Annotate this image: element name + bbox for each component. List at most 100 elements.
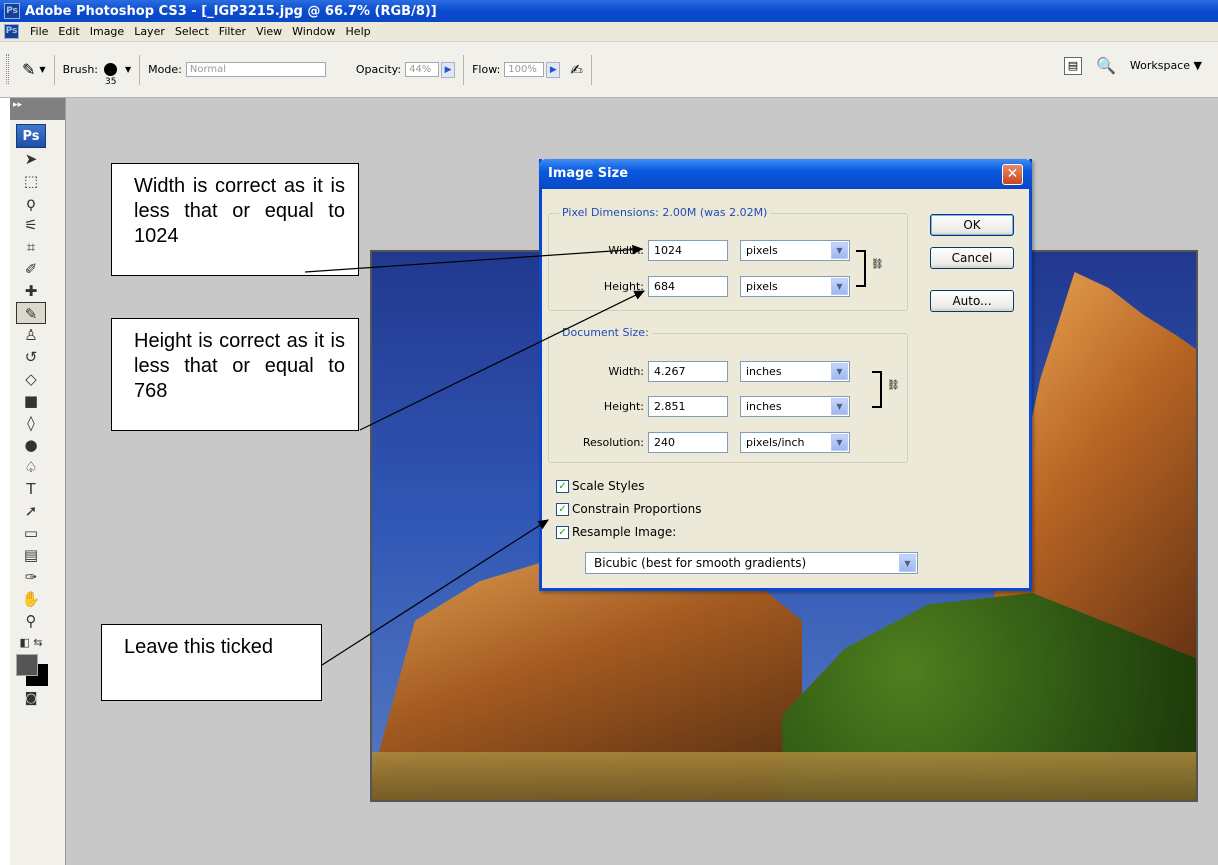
tools-panel-header[interactable]: ▸▸ xyxy=(10,98,65,120)
brush-icon[interactable]: ✎ xyxy=(16,302,46,324)
document-size-label: Document Size: xyxy=(559,326,652,339)
type-icon[interactable]: T xyxy=(16,478,46,500)
quick-mask-icon[interactable]: ◙ xyxy=(16,688,46,710)
lasso-icon[interactable]: ϙ xyxy=(16,192,46,214)
cancel-button[interactable]: Cancel xyxy=(930,247,1014,269)
move-icon[interactable]: ➤ xyxy=(16,148,46,170)
pixel-height-label: Height: xyxy=(603,280,644,293)
tools-panel: ▸▸ Ps ➤ ⬚ ϙ ⚟ ⌗ ✐ ✚ ✎ ♙ ↺ ◇ ■ ◊ ● ♤ T ➚ … xyxy=(10,98,66,865)
pixel-width-row: Width: 1024 pixels ▼ xyxy=(576,240,850,261)
menu-filter[interactable]: Filter xyxy=(214,25,251,38)
zoom-icon[interactable]: ⚲ xyxy=(16,610,46,632)
menu-select[interactable]: Select xyxy=(170,25,214,38)
pixel-height-unit-select[interactable]: pixels ▼ xyxy=(740,276,850,297)
doc-width-unit: inches xyxy=(746,365,782,378)
scale-styles-checkbox[interactable]: ✓ Scale Styles xyxy=(556,479,645,493)
constrain-proportions-checkbox[interactable]: ✓ Constrain Proportions xyxy=(556,502,702,516)
mode-value: Normal xyxy=(189,64,227,75)
pixel-width-input[interactable]: 1024 xyxy=(648,240,728,261)
menu-view[interactable]: View xyxy=(251,25,287,38)
tool-preset-dropdown-icon[interactable]: ▼ xyxy=(39,65,45,74)
doc-height-label: Height: xyxy=(603,400,644,413)
magic-wand-icon[interactable]: ⚟ xyxy=(16,214,46,236)
bridge-icon[interactable]: 🔍 xyxy=(1096,56,1116,75)
pixel-width-unit-select[interactable]: pixels ▼ xyxy=(740,240,850,261)
width-callout: Width is correct as it is less that or e… xyxy=(111,163,359,276)
pixel-height-unit: pixels xyxy=(746,280,778,293)
menu-bar: Ps File Edit Image Layer Select Filter V… xyxy=(0,22,1218,42)
opacity-input[interactable]: 44% xyxy=(405,62,440,77)
chevron-down-icon: ▼ xyxy=(831,242,848,259)
pixel-width-label: Width: xyxy=(608,244,644,257)
menu-edit[interactable]: Edit xyxy=(53,25,84,38)
history-brush-icon[interactable]: ↺ xyxy=(16,346,46,368)
blur-icon[interactable]: ◊ xyxy=(16,412,46,434)
eraser-icon[interactable]: ◇ xyxy=(16,368,46,390)
brush-preview-icon[interactable]: 35 xyxy=(104,63,118,87)
doc-width-label: Width: xyxy=(608,365,644,378)
dialog-title-bar[interactable]: Image Size xyxy=(539,159,1032,189)
tick-callout: Leave this ticked xyxy=(101,624,322,701)
clone-stamp-icon[interactable]: ♙ xyxy=(16,324,46,346)
hand-icon[interactable]: ✋ xyxy=(16,588,46,610)
menu-file[interactable]: File xyxy=(25,25,53,38)
mode-select[interactable]: Normal xyxy=(185,62,326,77)
flow-slider-button[interactable]: ▶ xyxy=(546,61,561,78)
foreground-color-swatch[interactable] xyxy=(16,654,38,676)
doc-height-input[interactable]: 2.851 xyxy=(648,396,728,417)
separator xyxy=(53,54,55,85)
mode-label: Mode: xyxy=(148,63,182,76)
airbrush-icon[interactable]: ✍ xyxy=(570,61,583,79)
resample-method-select[interactable]: Bicubic (best for smooth gradients) ▼ xyxy=(585,552,918,574)
dodge-icon[interactable]: ● xyxy=(16,434,46,456)
color-swatches[interactable] xyxy=(16,654,65,688)
flow-label: Flow: xyxy=(472,63,501,76)
chevron-down-icon: ▼ xyxy=(831,278,848,295)
auto-button[interactable]: Auto... xyxy=(930,290,1014,312)
path-select-icon[interactable]: ➚ xyxy=(16,500,46,522)
shape-icon[interactable]: ▭ xyxy=(16,522,46,544)
marquee-icon[interactable]: ⬚ xyxy=(16,170,46,192)
document-icon[interactable]: Ps xyxy=(4,24,19,39)
resample-image-checkbox[interactable]: ✓ Resample Image: xyxy=(556,525,676,539)
options-grip[interactable] xyxy=(6,54,9,84)
checkmark-icon: ✓ xyxy=(556,479,569,493)
resolution-input[interactable]: 240 xyxy=(648,432,728,453)
grass-image xyxy=(372,752,1196,800)
doc-link-bracket xyxy=(872,371,882,408)
menu-layer[interactable]: Layer xyxy=(129,25,170,38)
tool-preset-icon[interactable]: ✎ xyxy=(22,60,35,79)
workspace-menu[interactable]: Workspace ▼ xyxy=(1130,59,1202,72)
chevron-down-icon: ▼ xyxy=(1193,59,1202,72)
workspace-label: Workspace xyxy=(1129,59,1191,72)
menu-help[interactable]: Help xyxy=(341,25,376,38)
checkmark-icon: ✓ xyxy=(556,502,569,516)
doc-width-input[interactable]: 4.267 xyxy=(648,361,728,382)
window-title: Adobe Photoshop CS3 - [_IGP3215.jpg @ 66… xyxy=(25,3,437,19)
notes-icon[interactable]: ▤ xyxy=(16,544,46,566)
doc-height-unit-select[interactable]: inches ▼ xyxy=(740,396,850,417)
pixel-height-input[interactable]: 684 xyxy=(648,276,728,297)
healing-icon[interactable]: ✚ xyxy=(16,280,46,302)
opacity-slider-button[interactable]: ▶ xyxy=(441,61,456,78)
brush-dropdown-icon[interactable]: ▼ xyxy=(125,65,131,74)
flow-input[interactable]: 100% xyxy=(504,62,545,77)
resolution-label: Resolution: xyxy=(582,436,644,449)
menu-window[interactable]: Window xyxy=(287,25,340,38)
resolution-unit-select[interactable]: pixels/inch ▼ xyxy=(740,432,850,453)
chain-link-icon: ⛓ xyxy=(887,380,900,391)
separator xyxy=(139,54,141,85)
ok-button[interactable]: OK xyxy=(930,214,1014,236)
palette-well-icon[interactable]: ▤ xyxy=(1063,56,1082,75)
doc-width-unit-select[interactable]: inches ▼ xyxy=(740,361,850,382)
eyedropper-icon[interactable]: ✑ xyxy=(16,566,46,588)
slice-icon[interactable]: ✐ xyxy=(16,258,46,280)
close-icon[interactable]: ✕ xyxy=(1002,164,1023,185)
pen-icon[interactable]: ♤ xyxy=(16,456,46,478)
options-bar: ✎ ▼ Brush: 35 ▼ Mode: Normal Opacity: 44… xyxy=(0,42,1218,98)
crop-icon[interactable]: ⌗ xyxy=(16,236,46,258)
menu-image[interactable]: Image xyxy=(85,25,129,38)
gradient-icon[interactable]: ■ xyxy=(16,390,46,412)
ps-logo[interactable]: Ps xyxy=(16,124,46,148)
swap-colors-icon[interactable]: ◧ ⇆ xyxy=(16,632,46,654)
